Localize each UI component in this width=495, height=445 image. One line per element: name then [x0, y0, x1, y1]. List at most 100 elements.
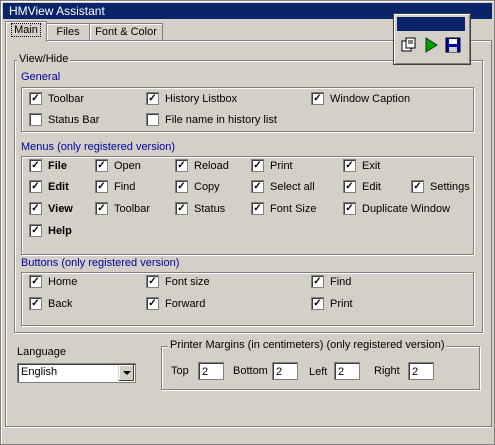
- checkbox-label: Back: [48, 298, 73, 310]
- checkbox-label: Forward: [165, 298, 206, 310]
- checkbox-label: Edit: [48, 181, 69, 193]
- menu-reload-checkbox[interactable]: ✓ Reload: [175, 158, 229, 173]
- checkbox-box[interactable]: ✓: [95, 201, 108, 215]
- window-title: HMView Assistant: [9, 4, 105, 18]
- checkbox-box[interactable]: ✓: [29, 158, 42, 172]
- checkbox-box[interactable]: ✓: [95, 158, 108, 172]
- toolbar-palette: [393, 13, 471, 65]
- menu-status-checkbox[interactable]: ✓ Status: [175, 201, 226, 216]
- checkbox-box[interactable]: ✓: [311, 274, 324, 288]
- play-icon[interactable]: [422, 36, 440, 54]
- tab-files[interactable]: Files: [46, 23, 90, 41]
- menu-settings-checkbox[interactable]: ✓ Settings: [411, 179, 470, 194]
- menu-view-checkbox[interactable]: ✓ View: [29, 201, 73, 216]
- checkbox-box[interactable]: ✓: [29, 296, 42, 310]
- general-status-bar-checkbox[interactable]: Status Bar: [29, 112, 100, 127]
- margin-bottom-label: Bottom: [233, 365, 268, 377]
- button-home-checkbox[interactable]: ✓ Home: [29, 274, 77, 289]
- margin-left-label: Left: [309, 366, 328, 378]
- menu-edit-sub-checkbox[interactable]: ✓ Edit: [343, 179, 381, 194]
- menu-file-checkbox[interactable]: ✓ File: [29, 158, 67, 173]
- tab-main-label: Main: [11, 23, 41, 37]
- checkbox-box[interactable]: ✓: [343, 201, 356, 215]
- checkbox-box[interactable]: ✓: [251, 158, 264, 172]
- general-history-listbox-checkbox[interactable]: ✓ History Listbox: [146, 91, 237, 106]
- checkbox-label: Print: [330, 298, 353, 310]
- checkbox-box[interactable]: [146, 112, 159, 126]
- button-find-checkbox[interactable]: ✓ Find: [311, 274, 352, 289]
- checkbox-label: Window Caption: [330, 93, 411, 105]
- general-window-caption-checkbox[interactable]: ✓ Window Caption: [311, 91, 411, 106]
- button-font-size-checkbox[interactable]: ✓ Font size: [146, 274, 210, 289]
- checkbox-box[interactable]: ✓: [29, 223, 42, 237]
- margin-top-input[interactable]: 2: [198, 362, 224, 380]
- menu-find-checkbox[interactable]: ✓ Find: [95, 179, 136, 194]
- checkbox-box[interactable]: ✓: [343, 179, 356, 193]
- checkbox-label: Duplicate Window: [362, 203, 451, 215]
- copy-icon[interactable]: [400, 36, 418, 54]
- tab-files-label: Files: [56, 26, 80, 38]
- button-back-checkbox[interactable]: ✓ Back: [29, 296, 73, 311]
- checkbox-label: Font size: [165, 276, 210, 288]
- checkbox-box[interactable]: ✓: [251, 179, 264, 193]
- general-filename-history-checkbox[interactable]: File name in history list: [146, 112, 277, 127]
- menu-edit-checkbox[interactable]: ✓ Edit: [29, 179, 69, 194]
- tab-font-color-label: Font & Color: [95, 26, 157, 38]
- checkbox-box[interactable]: ✓: [29, 91, 42, 105]
- view-hide-group: View/Hide General Menus (only registered…: [14, 53, 483, 333]
- checkbox-label: Find: [330, 276, 352, 288]
- toolbar-palette-titlebar[interactable]: [397, 17, 465, 31]
- checkbox-box[interactable]: ✓: [311, 91, 324, 105]
- language-select[interactable]: English: [17, 363, 136, 383]
- checkbox-box[interactable]: ✓: [146, 296, 159, 310]
- checkbox-box[interactable]: ✓: [175, 179, 188, 193]
- checkbox-box[interactable]: ✓: [175, 158, 188, 172]
- button-print-checkbox[interactable]: ✓ Print: [311, 296, 353, 311]
- checkbox-box[interactable]: ✓: [343, 158, 356, 172]
- checkbox-label: Reload: [194, 160, 229, 172]
- checkbox-label: File: [48, 160, 67, 172]
- checkbox-label: File name in history list: [165, 114, 277, 126]
- margin-right-input[interactable]: 2: [408, 362, 434, 380]
- checkbox-box[interactable]: ✓: [251, 201, 264, 215]
- margin-right-label: Right: [374, 365, 400, 377]
- checkbox-label: Select all: [270, 181, 315, 193]
- menus-label: Menus (only registered version): [19, 141, 178, 153]
- menu-toolbar-checkbox[interactable]: ✓ Toolbar: [95, 201, 150, 216]
- button-forward-checkbox[interactable]: ✓ Forward: [146, 296, 206, 311]
- tab-main[interactable]: Main: [5, 21, 47, 42]
- checkbox-box[interactable]: ✓: [29, 274, 42, 288]
- checkbox-label: Copy: [194, 181, 220, 193]
- general-toolbar-checkbox[interactable]: ✓ Toolbar: [29, 91, 85, 106]
- menu-help-checkbox[interactable]: ✓ Help: [29, 223, 72, 238]
- checkbox-box[interactable]: ✓: [95, 179, 108, 193]
- checkbox-box[interactable]: ✓: [146, 274, 159, 288]
- checkbox-box[interactable]: ✓: [411, 179, 424, 193]
- language-label: Language: [17, 346, 66, 358]
- menu-select-all-checkbox[interactable]: ✓ Select all: [251, 179, 315, 194]
- buttons-label: Buttons (only registered version): [19, 257, 182, 269]
- checkbox-label: Status: [194, 203, 226, 215]
- checkbox-label: Settings: [430, 181, 470, 193]
- checkbox-box[interactable]: ✓: [29, 179, 42, 193]
- menu-print-checkbox[interactable]: ✓ Print: [251, 158, 293, 173]
- checkbox-label: Status Bar: [48, 114, 100, 126]
- checkbox-box[interactable]: ✓: [29, 201, 42, 215]
- menu-duplicate-window-checkbox[interactable]: ✓ Duplicate Window: [343, 201, 451, 216]
- tab-font-color[interactable]: Font & Color: [89, 23, 163, 41]
- checkbox-label: Toolbar: [48, 93, 85, 105]
- chevron-down-icon[interactable]: [118, 365, 134, 381]
- save-icon[interactable]: [444, 36, 462, 54]
- menu-open-checkbox[interactable]: ✓ Open: [95, 158, 141, 173]
- menu-exit-checkbox[interactable]: ✓ Exit: [343, 158, 380, 173]
- margin-bottom-input[interactable]: 2: [272, 362, 298, 380]
- margin-left-input[interactable]: 2: [334, 362, 360, 380]
- checkbox-box[interactable]: ✓: [146, 91, 159, 105]
- menu-copy-checkbox[interactable]: ✓ Copy: [175, 179, 220, 194]
- checkbox-box[interactable]: ✓: [175, 201, 188, 215]
- checkbox-box[interactable]: [29, 112, 42, 126]
- checkbox-label: Find: [114, 181, 136, 193]
- language-value: English: [21, 366, 58, 378]
- menu-font-size-checkbox[interactable]: ✓ Font Size: [251, 201, 316, 216]
- checkbox-box[interactable]: ✓: [311, 296, 324, 310]
